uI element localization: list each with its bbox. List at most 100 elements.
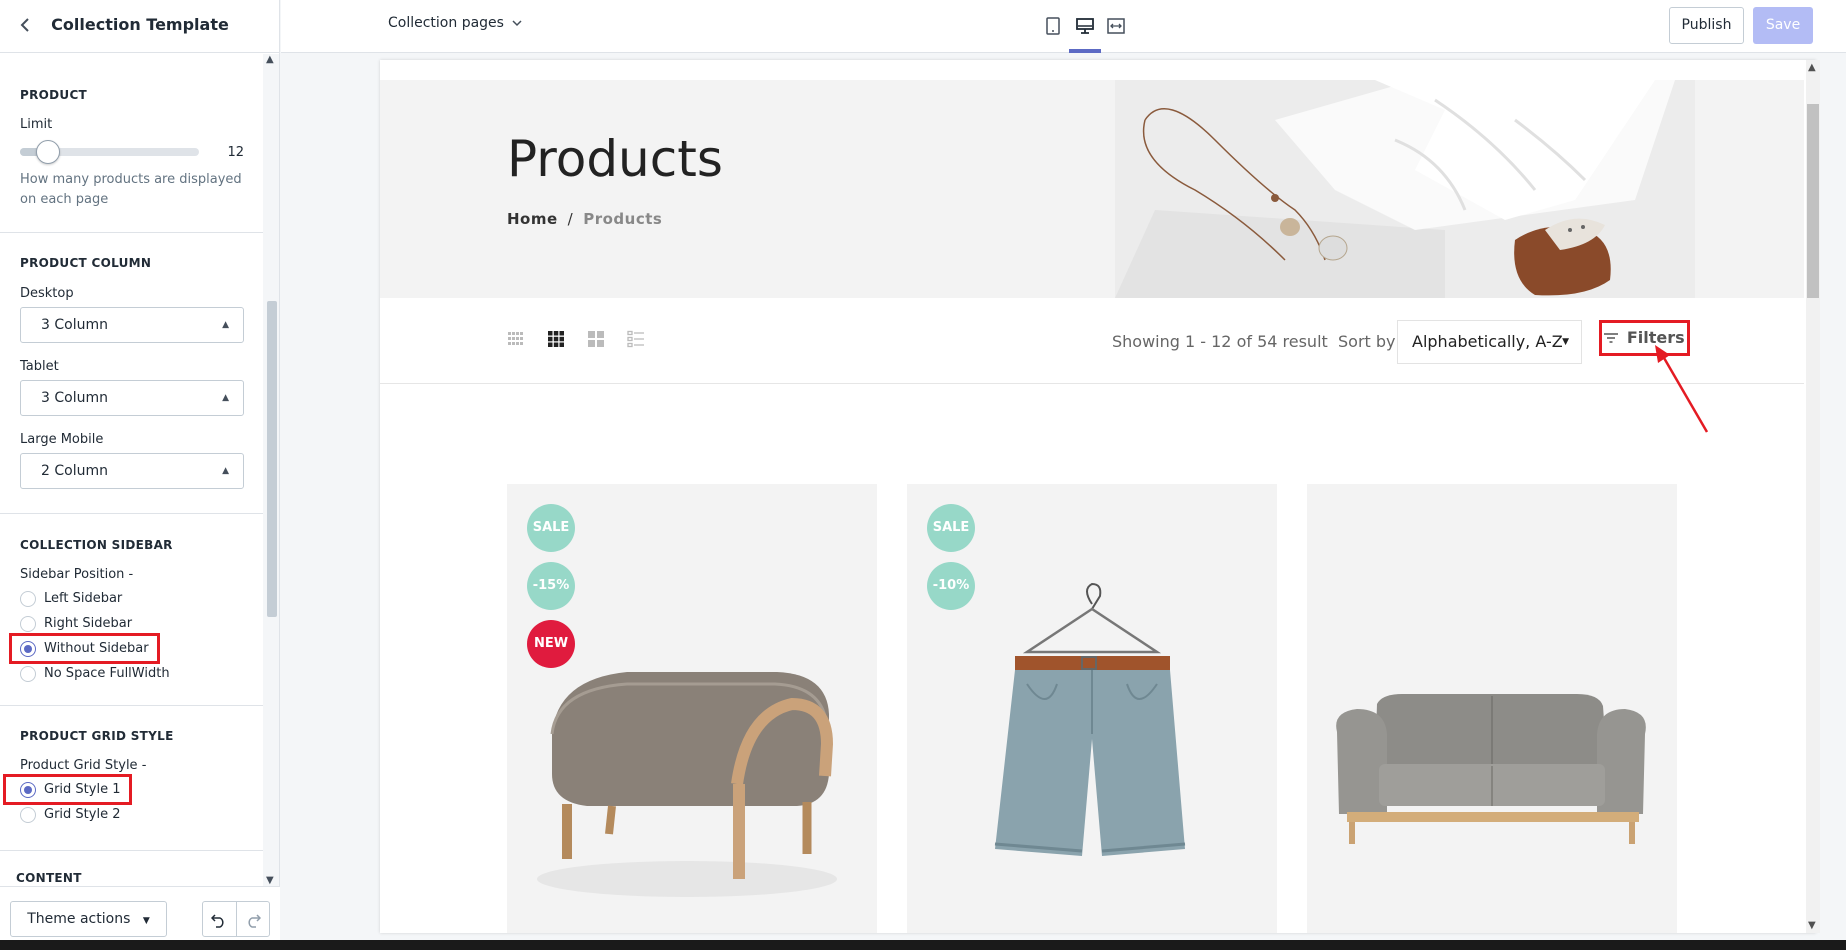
expand-horizontal-icon — [1107, 18, 1125, 34]
grid-2-column-icon[interactable] — [587, 330, 605, 348]
radio-button[interactable] — [20, 806, 36, 823]
radio-left-sidebar[interactable]: Left Sidebar — [20, 586, 244, 611]
content-section[interactable]: CONTENT — [0, 851, 264, 886]
radio-button-selected[interactable] — [20, 640, 36, 657]
radio-right-sidebar[interactable]: Right Sidebar — [20, 611, 244, 636]
caret-down-icon: ▼ — [142, 916, 150, 926]
scroll-up-icon[interactable]: ▲ — [266, 54, 274, 65]
radio-grid-style-1[interactable]: Grid Style 1 — [3, 774, 132, 805]
collection-toolbar: Showing 1 - 12 of 54 result Sort by Alph… — [380, 298, 1804, 384]
radio-label: Grid Style 1 — [44, 782, 121, 797]
section-title-grid-style: PRODUCT GRID STYLE — [20, 729, 174, 743]
desktop-column-value: 3 Column — [41, 317, 108, 333]
filter-lines-icon — [1604, 333, 1619, 343]
caret-down-icon: ▼ — [1562, 337, 1569, 347]
annotation-arrow-icon — [1655, 345, 1709, 433]
product-image-ottoman — [507, 484, 877, 933]
sale-badge: SALE — [927, 504, 975, 552]
limit-label: Limit — [20, 117, 53, 132]
fullscreen-view-button[interactable] — [1104, 14, 1128, 38]
list-view-icon[interactable] — [627, 330, 645, 348]
grid-5-column-icon[interactable] — [507, 330, 525, 348]
scroll-down-icon[interactable]: ▼ — [266, 875, 274, 886]
undo-icon — [211, 913, 224, 928]
product-card[interactable]: SALE -10% — [907, 484, 1277, 933]
chevron-down-icon — [512, 20, 522, 27]
breadcrumb: Home / Products — [507, 210, 662, 228]
section-title-collection-sidebar: COLLECTION SIDEBAR — [20, 538, 173, 552]
product-card[interactable]: SALE -15% NEW — [507, 484, 877, 933]
scroll-down-icon[interactable]: ▼ — [1808, 920, 1816, 931]
desktop-icon — [1076, 18, 1094, 34]
scroll-up-icon[interactable]: ▲ — [1808, 62, 1816, 73]
desktop-view-button[interactable] — [1073, 14, 1097, 38]
select-arrows-icon: ▲ — [222, 466, 229, 476]
limit-slider[interactable] — [20, 140, 200, 164]
preview-scrollbar[interactable]: ▲ ▼ — [1806, 60, 1820, 933]
sort-select-value: Alphabetically, A-Z — [1412, 332, 1563, 351]
tablet-column-select[interactable]: 3 Column ▲ — [20, 380, 244, 416]
large-mobile-column-select[interactable]: 2 Column ▲ — [20, 453, 244, 489]
radio-button[interactable] — [20, 590, 36, 607]
preview-scrollbar-thumb[interactable] — [1807, 104, 1819, 298]
desktop-column-select[interactable]: 3 Column ▲ — [20, 307, 244, 343]
limit-slider-row: 12 — [20, 140, 244, 164]
theme-actions-button[interactable]: Theme actions ▼ — [10, 901, 167, 937]
os-taskbar — [0, 940, 1846, 950]
radio-no-space-fullwidth[interactable]: No Space FullWidth — [20, 661, 244, 686]
radio-label: No Space FullWidth — [44, 666, 170, 681]
radio-button-selected[interactable] — [20, 781, 36, 798]
limit-value: 12 — [227, 144, 244, 160]
select-arrows-icon: ▲ — [222, 320, 229, 330]
new-badge: NEW — [527, 620, 575, 668]
radio-label: Right Sidebar — [44, 616, 133, 631]
radio-label: Without Sidebar — [44, 641, 149, 656]
undo-button[interactable] — [203, 902, 236, 936]
collection-title: Products — [507, 130, 723, 188]
sidebar-scrollbar-thumb[interactable] — [267, 301, 277, 617]
breadcrumb-home-link[interactable]: Home — [507, 210, 558, 228]
discount-badge: -15% — [527, 562, 575, 610]
page-type-value: Collection pages — [388, 15, 504, 31]
save-button[interactable]: Save — [1753, 7, 1813, 44]
undo-redo-group — [202, 901, 270, 937]
sidebar-header: Collection Template — [0, 0, 279, 53]
radio-label: Grid Style 2 — [44, 807, 121, 822]
section-title-product-column: PRODUCT COLUMN — [20, 256, 152, 270]
sidebar-scrollbar[interactable]: ▲ ▼ — [263, 54, 279, 886]
desktop-label: Desktop — [20, 286, 74, 301]
breadcrumb-current: Products — [583, 210, 663, 228]
redo-button[interactable] — [235, 902, 270, 936]
product-grid-style-section: PRODUCT GRID STYLE Product Grid Style - … — [0, 706, 264, 851]
sort-select[interactable]: Alphabetically, A-Z ▼ — [1397, 320, 1582, 364]
product-image-shorts — [907, 484, 1277, 933]
radio-button[interactable] — [20, 665, 36, 682]
limit-help-text: How many products are displayed on each … — [20, 172, 242, 207]
product-card[interactable] — [1307, 484, 1677, 933]
publish-button[interactable]: Publish — [1669, 7, 1744, 44]
mobile-view-button[interactable] — [1041, 14, 1065, 38]
sidebar-scroll-area: PRODUCT Limit 12 How many products are d… — [0, 54, 264, 886]
result-count: Showing 1 - 12 of 54 result — [1112, 332, 1328, 351]
radio-without-sidebar[interactable]: Without Sidebar — [9, 633, 160, 664]
collection-hero-banner: Products Home / Products — [380, 80, 1804, 298]
sort-by-label: Sort by — [1338, 332, 1396, 351]
large-mobile-column-value: 2 Column — [41, 463, 108, 479]
radio-label: Left Sidebar — [44, 591, 123, 606]
discount-badge: -10% — [927, 562, 975, 610]
radio-grid-style-2[interactable]: Grid Style 2 — [20, 802, 244, 827]
tablet-label: Tablet — [20, 359, 59, 374]
tablet-column-value: 3 Column — [41, 390, 108, 406]
top-bar: Collection pages Publish Save — [281, 0, 1846, 53]
redo-icon — [248, 913, 261, 928]
grid-3-column-icon[interactable] — [547, 330, 565, 348]
limit-slider-thumb[interactable] — [35, 140, 60, 164]
radio-button[interactable] — [20, 615, 36, 632]
product-column-section: PRODUCT COLUMN Desktop 3 Column ▲ Tablet… — [0, 233, 264, 514]
page-type-select[interactable]: Collection pages — [388, 15, 522, 31]
theme-editor-sidebar: Collection Template PRODUCT Limit 12 How… — [0, 0, 280, 950]
storefront-preview: Products Home / Products Showing 1 - 12 … — [380, 60, 1816, 933]
select-arrows-icon: ▲ — [222, 393, 229, 403]
breadcrumb-separator: / — [567, 210, 574, 228]
theme-actions-label: Theme actions — [27, 911, 131, 927]
